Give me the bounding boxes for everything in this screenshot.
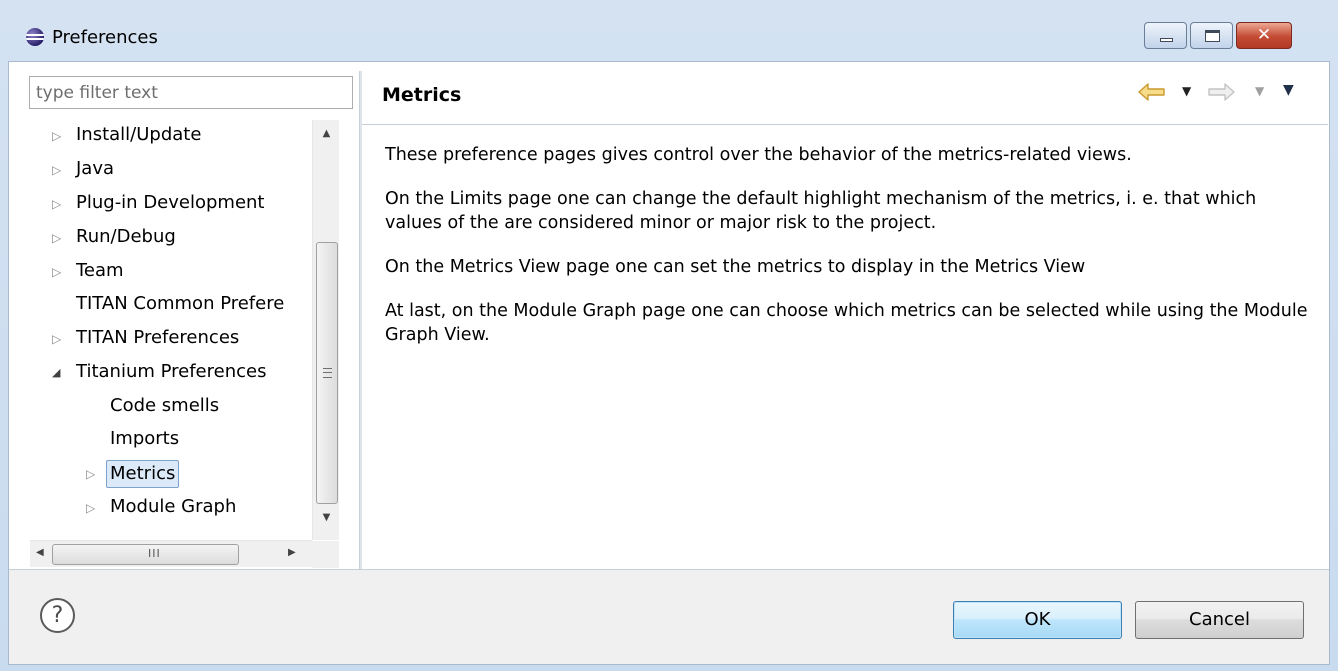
grip-icon bbox=[323, 368, 332, 378]
description-paragraph-1: These preference pages gives control ove… bbox=[385, 145, 1132, 165]
tree-item[interactable]: TITAN Common Prefere bbox=[30, 289, 312, 319]
tree-item-label: Titanium Preferences bbox=[76, 361, 267, 382]
tree-item-label: Imports bbox=[110, 428, 180, 449]
scroll-up-icon[interactable]: ▲ bbox=[313, 128, 340, 139]
tree-item[interactable]: Imports bbox=[64, 424, 312, 454]
maximize-button[interactable] bbox=[1190, 22, 1233, 49]
tree-item-label: Install/Update bbox=[76, 124, 202, 145]
collapsed-twisty-icon[interactable]: ▷ bbox=[52, 323, 64, 353]
collapsed-twisty-icon[interactable]: ▷ bbox=[52, 154, 64, 184]
preferences-window: Preferences ✕ ▷ Install/Update ▷ Java ▷ Plug-… bbox=[0, 0, 1338, 671]
page-header bbox=[362, 71, 1328, 125]
eclipse-icon bbox=[26, 28, 44, 46]
collapsed-twisty-icon[interactable]: ▷ bbox=[52, 120, 64, 150]
tree-item-label: Code smells bbox=[110, 395, 220, 416]
scroll-right-icon[interactable]: ▶ bbox=[288, 547, 296, 558]
window-title: Preferences bbox=[52, 27, 158, 48]
tree-horizontal-scrollbar[interactable]: ◀ III ▶ bbox=[30, 540, 339, 568]
ok-button[interactable]: OK bbox=[953, 601, 1122, 639]
tree-item[interactable]: ▷ Java bbox=[30, 154, 312, 184]
tree-item[interactable]: ▷ Run/Debug bbox=[30, 222, 312, 252]
tree-item-label: Team bbox=[76, 260, 124, 281]
pane-splitter[interactable] bbox=[359, 71, 362, 569]
tree-item[interactable]: ▷ TITAN Preferences bbox=[30, 323, 312, 353]
scroll-thumb-horizontal[interactable] bbox=[52, 544, 239, 565]
tree-item-label: Java bbox=[76, 158, 115, 179]
tree-item[interactable]: ▷ Module Graph bbox=[64, 492, 312, 522]
maximize-icon bbox=[1205, 30, 1220, 42]
page-description: These preference pages gives control ove… bbox=[385, 143, 1315, 367]
scroll-thumb[interactable] bbox=[316, 242, 338, 504]
tree-item[interactable]: ▷ Metrics bbox=[64, 458, 312, 488]
scroll-down-icon[interactable]: ▼ bbox=[313, 512, 340, 523]
scrollbar-corner bbox=[312, 541, 339, 568]
tree-item-label: Metrics bbox=[106, 460, 180, 488]
tree-item[interactable]: ▷ Team bbox=[30, 256, 312, 286]
tree-item[interactable]: Code smells bbox=[64, 391, 312, 421]
description-paragraph-3: On the Metrics View page one can set the… bbox=[385, 257, 1086, 277]
button-bar bbox=[9, 570, 1329, 664]
close-button[interactable]: ✕ bbox=[1236, 22, 1292, 49]
minimize-icon bbox=[1160, 38, 1173, 42]
tree-item[interactable]: ▷ Plug-in Development bbox=[30, 188, 312, 218]
cancel-button[interactable]: Cancel bbox=[1135, 601, 1304, 639]
back-history-dropdown-icon[interactable]: ▼ bbox=[1182, 84, 1191, 98]
tree-vertical-scrollbar[interactable]: ▲ ▼ bbox=[312, 120, 339, 540]
title-bar: Preferences ✕ bbox=[0, 0, 1338, 58]
tree-item-label: Module Graph bbox=[110, 496, 237, 517]
grip-label: III bbox=[148, 547, 161, 560]
tree-item-label: TITAN Common Prefere bbox=[76, 293, 285, 314]
filter-input[interactable] bbox=[29, 76, 353, 109]
tree-item-label: TITAN Preferences bbox=[76, 327, 240, 348]
tree-item[interactable]: ▷ Install/Update bbox=[30, 120, 312, 150]
minimize-button[interactable] bbox=[1144, 22, 1187, 49]
collapsed-twisty-icon[interactable]: ▷ bbox=[52, 222, 64, 252]
tree-item-label: Run/Debug bbox=[76, 226, 176, 247]
description-paragraph-4: At last, on the Module Graph page one ca… bbox=[385, 301, 1308, 345]
forward-history-dropdown-icon[interactable]: ▼ bbox=[1255, 84, 1264, 98]
expanded-twisty-icon[interactable]: ◢ bbox=[52, 357, 64, 387]
tree-item-label: Plug-in Development bbox=[76, 192, 265, 213]
tree-item[interactable]: ◢ Titanium Preferences bbox=[30, 357, 312, 387]
collapsed-twisty-icon[interactable]: ▷ bbox=[86, 492, 98, 522]
page-title: Metrics bbox=[382, 84, 462, 106]
back-arrow-icon[interactable] bbox=[1137, 80, 1167, 104]
help-icon[interactable]: ? bbox=[40, 598, 75, 633]
collapsed-twisty-icon[interactable]: ▷ bbox=[52, 188, 64, 218]
collapsed-twisty-icon[interactable]: ▷ bbox=[52, 256, 64, 286]
forward-arrow-icon[interactable] bbox=[1206, 80, 1236, 104]
collapsed-twisty-icon[interactable]: ▷ bbox=[86, 458, 98, 488]
preference-tree: ▷ Install/Update ▷ Java ▷ Plug-in Development… bbox=[30, 120, 312, 540]
close-icon: ✕ bbox=[1256, 25, 1272, 45]
view-menu-icon[interactable]: ▼ bbox=[1283, 82, 1294, 98]
scroll-left-icon[interactable]: ◀ bbox=[36, 547, 44, 558]
description-paragraph-2: On the Limits page one can change the de… bbox=[385, 189, 1257, 233]
